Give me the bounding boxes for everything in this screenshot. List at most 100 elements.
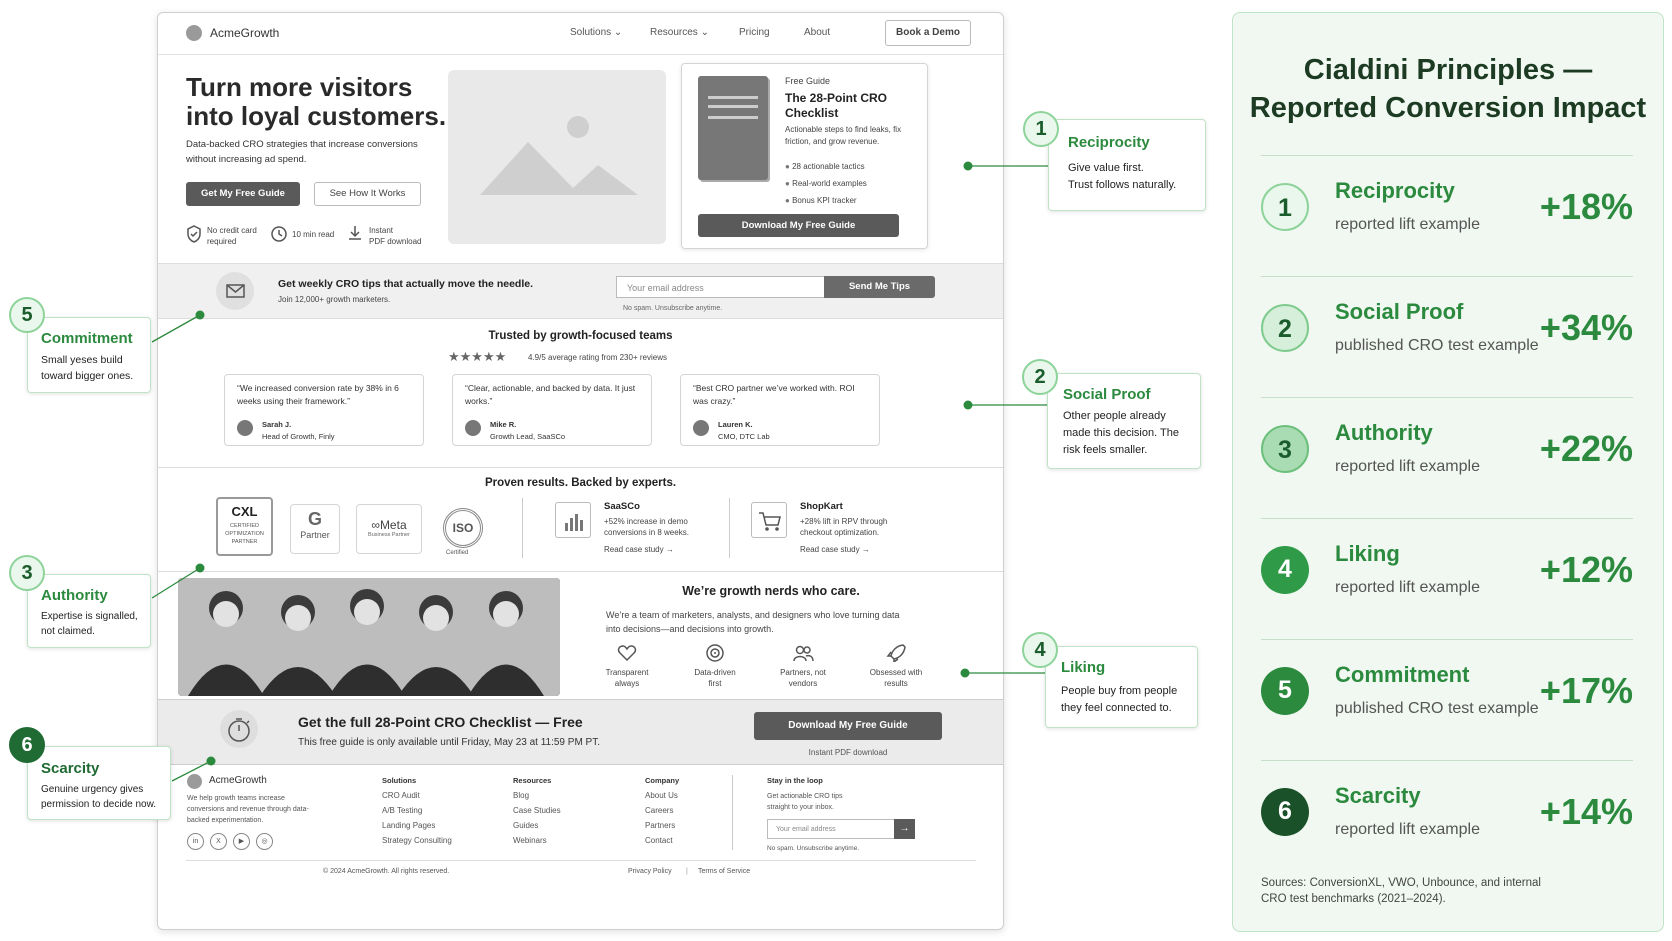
row-number: 2 (1261, 304, 1309, 352)
separator: | (686, 868, 688, 875)
x-twitter-icon[interactable]: X (210, 833, 227, 850)
footer-link[interactable]: Blog (513, 788, 561, 803)
footer-brand[interactable]: AcmeGrowth (209, 775, 267, 786)
footer-link[interactable]: A/B Testing (382, 803, 452, 818)
people-icon (793, 645, 814, 662)
callout-social-proof: Social Proof Other people already made th… (1047, 373, 1201, 469)
brand-name[interactable]: AcmeGrowth (210, 26, 279, 40)
impact-row: 5 Commitment published CRO test example … (1261, 639, 1633, 747)
value-item: Obsessed with results (856, 644, 936, 689)
case-study-link[interactable]: Read case study → (800, 545, 870, 554)
meta-logo: ∞Meta (371, 518, 407, 532)
logo-icon (186, 25, 202, 41)
footer-link[interactable]: Webinars (513, 833, 561, 848)
footer-link[interactable]: Guides (513, 818, 561, 833)
team-people-image (178, 578, 560, 696)
callout-number: 1 (1023, 111, 1059, 147)
get-guide-button[interactable]: Get My Free Guide (186, 182, 300, 206)
row-subtext: published CRO test example (1335, 337, 1539, 354)
heart-icon (617, 645, 637, 662)
privacy-link[interactable]: Privacy Policy (628, 868, 672, 875)
shield-check-icon (187, 225, 201, 243)
image-icon (480, 116, 638, 195)
footer-link[interactable]: CRO Audit (382, 788, 452, 803)
testimonial-author: Sarah J. Head of Growth, Finly (262, 420, 335, 441)
mail-badge (216, 272, 254, 310)
top-nav: AcmeGrowth Solutions ⌄ Resources ⌄ Prici… (158, 13, 1003, 55)
row-subtext: reported lift example (1335, 458, 1480, 475)
urgency-note: Instant PDF download (808, 748, 888, 757)
see-how-button[interactable]: See How It Works (314, 182, 421, 206)
callout-title: Authority (41, 587, 108, 604)
impact-row: 4 Liking reported lift example +12% (1261, 518, 1633, 626)
footer-email-input[interactable]: Your email address (767, 819, 895, 839)
youtube-icon[interactable]: ▶ (233, 833, 250, 850)
check-icon: ● (785, 162, 790, 171)
footer-link[interactable]: Strategy Consulting (382, 833, 452, 848)
terms-link[interactable]: Terms of Service (698, 868, 750, 875)
footer-col-resources: Resources Blog Case Studies Guides Webin… (513, 776, 561, 848)
google-icon: G (307, 509, 322, 529)
clock-icon (271, 226, 287, 242)
social-heading: Trusted by growth-focused teams (488, 330, 673, 342)
send-tips-button[interactable]: Send Me Tips (824, 276, 935, 298)
footer-newsletter-text: Get actionable CRO tips straight to your… (767, 793, 843, 811)
footer-link[interactable]: Partners (645, 818, 679, 833)
mail-icon (226, 284, 245, 298)
row-principle: Scarcity (1335, 783, 1421, 808)
newsletter-band: Get weekly CRO tips that actually move t… (158, 263, 1003, 319)
team-text: We’re a team of marketers, analysts, and… (606, 610, 900, 634)
footer-link[interactable]: Contact (645, 833, 679, 848)
newsletter-email-input[interactable]: Your email address (616, 276, 825, 298)
row-subtext: published CRO test example (1335, 700, 1539, 717)
urgency-download-button[interactable]: Download My Free Guide (754, 712, 942, 740)
footer-logo-icon (187, 774, 202, 789)
row-percent: +14% (1539, 791, 1633, 832)
guide-bullets: ● 28 actionable tactics ● Real-world exa… (785, 158, 867, 209)
nav-solutions[interactable]: Solutions ⌄ (570, 27, 622, 38)
footer-link[interactable]: Careers (645, 803, 679, 818)
authority-heading: Proven results. Backed by experts. (484, 477, 677, 489)
impact-row: 3 Authority reported lift example +22% (1261, 397, 1633, 505)
footer-link[interactable]: Case Studies (513, 803, 561, 818)
instagram-icon[interactable]: ◎ (256, 833, 273, 850)
row-percent: +17% (1539, 670, 1633, 711)
case-result: +52% increase in demo conversions in 8 w… (604, 517, 689, 537)
social-proof-section: Trusted by growth-focused teams ★★★★★ 4.… (158, 319, 1003, 467)
testimonial-quote: “Clear, actionable, and backed by data. … (465, 383, 636, 406)
linkedin-icon[interactable]: in (187, 833, 204, 850)
nav-pricing[interactable]: Pricing (739, 27, 770, 38)
footer-link[interactable]: Landing Pages (382, 818, 452, 833)
nav-about[interactable]: About (804, 27, 830, 38)
callout-description: Other people already made this decision. … (1063, 410, 1179, 456)
case-study-link[interactable]: Read case study → (604, 545, 674, 554)
team-heading: We’re growth nerds who care. (682, 584, 860, 598)
panel-sources: Sources: ConversionXL, VWO, Unbounce, an… (1261, 877, 1541, 905)
testimonial-quote: “We increased conversion rate by 38% in … (237, 383, 399, 406)
value-item: Transparent always (592, 644, 662, 689)
callout-scarcity: Scarcity Genuine urgency gives permission… (27, 746, 171, 820)
iso-sub: Certified (446, 550, 469, 556)
row-percent: +12% (1539, 549, 1633, 590)
impact-row: 1 Reciprocity reported lift example +18% (1261, 155, 1633, 263)
urgency-text: This free guide is only available until … (298, 737, 600, 748)
newsletter-subtext: Join 12,000+ growth marketers. (278, 295, 391, 304)
download-guide-button[interactable]: Download My Free Guide (698, 214, 899, 237)
panel-title: Cialdini Principles — Reported Conversion… (1249, 54, 1647, 124)
callout-description: Genuine urgency gives permission to decid… (41, 784, 157, 810)
footer-col-company: Company About Us Careers Partners Contac… (645, 776, 679, 848)
newsletter-heading: Get weekly CRO tips that actually move t… (278, 278, 533, 290)
callout-title: Commitment (41, 330, 133, 347)
impact-row: 6 Scarcity reported lift example +14% (1261, 760, 1633, 868)
chart-icon (555, 502, 591, 538)
footer-link[interactable]: About Us (645, 788, 679, 803)
callout-commitment: Commitment Small yeses build toward bigge… (27, 317, 151, 393)
trust-badge-card (186, 225, 202, 248)
nav-resources[interactable]: Resources ⌄ (650, 27, 709, 38)
bullet-item: ● Bonus KPI tracker (785, 196, 857, 205)
check-icon: ● (785, 179, 790, 188)
footer-note: No spam. Unsubscribe anytime. (767, 845, 860, 852)
book-demo-button[interactable]: Book a Demo (885, 20, 971, 46)
guide-eyebrow: Free Guide (785, 76, 831, 86)
arrow-right-icon[interactable]: → (894, 819, 915, 839)
